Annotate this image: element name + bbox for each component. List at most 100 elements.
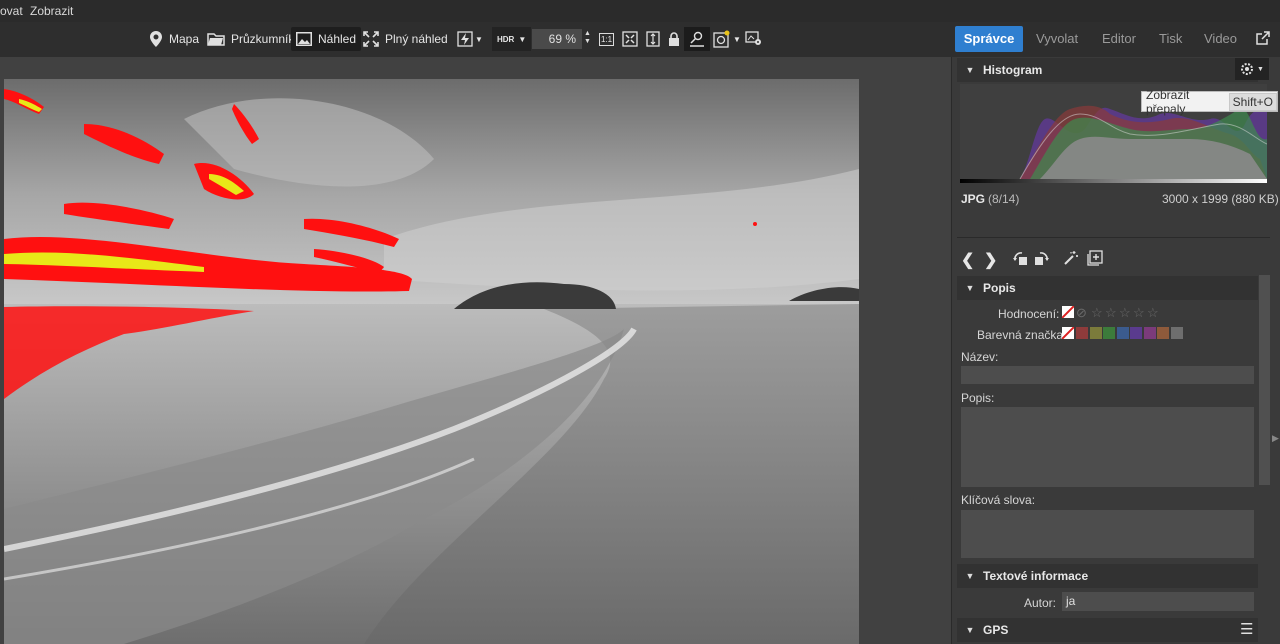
fullscreen-icon (363, 31, 379, 47)
no-rating-button[interactable] (1062, 306, 1074, 318)
collapse-arrow-icon: ▼ (965, 65, 975, 75)
author-field[interactable]: ja (1062, 592, 1254, 611)
panel-scrollbar[interactable] (1259, 275, 1270, 485)
divider (957, 237, 1270, 238)
reject-icon[interactable]: ⊘ (1076, 305, 1087, 321)
image-icon (296, 32, 312, 46)
color-swatch[interactable] (1157, 327, 1169, 339)
hdr-label: HDR (497, 34, 515, 44)
no-color-button[interactable] (1062, 327, 1074, 339)
fit-button[interactable] (617, 27, 643, 51)
star-icon[interactable]: ☆ (1091, 305, 1103, 321)
color-label-label: Barevná značka: (977, 328, 1067, 342)
chevron-right-icon: ▶ (1272, 433, 1279, 443)
rotate-right-button[interactable] (1034, 250, 1050, 269)
hdr-button[interactable]: HDR ▼ (492, 27, 532, 51)
color-swatch[interactable] (1184, 327, 1196, 339)
text-info-header[interactable]: ▼ Textové informace (957, 564, 1258, 588)
flash-icon (457, 31, 473, 47)
name-label: Název: (961, 350, 999, 364)
keywords-field[interactable] (961, 510, 1254, 558)
lock-button[interactable] (663, 27, 685, 51)
add-image-icon (1087, 250, 1103, 266)
histogram-header[interactable]: ▼ Histogram (957, 58, 1258, 82)
rotate-left-button[interactable] (1012, 250, 1028, 269)
external-window-button[interactable] (1256, 31, 1270, 48)
menu-item-view[interactable]: Zobrazit (30, 4, 73, 18)
description-field[interactable] (961, 407, 1254, 487)
full-preview-label: Plný náhled (385, 32, 448, 46)
hamburger-icon: ☰ (1240, 621, 1254, 638)
tab-manager[interactable]: Správce (955, 26, 1023, 52)
full-preview-button[interactable]: Plný náhled (358, 27, 453, 51)
map-button[interactable]: Mapa (144, 27, 204, 51)
description-title: Popis (983, 281, 1016, 295)
menu-bar: ovat Zobrazit (0, 0, 1280, 22)
histogram-options-button[interactable]: ▼ (1235, 58, 1269, 80)
gps-title: GPS (983, 623, 1009, 637)
zoom-stepper[interactable]: ▲ ▼ (584, 30, 591, 46)
add-to-collection-button[interactable] (1087, 250, 1103, 269)
desc-label: Popis: (961, 391, 995, 405)
previous-button[interactable]: ❮ (961, 250, 974, 270)
rating-label: Hodnocení: (998, 307, 1060, 321)
person-search-icon (690, 31, 704, 47)
text-info-title: Textové informace (983, 569, 1089, 583)
preview-button[interactable]: Náhled (291, 27, 362, 51)
lock-icon (669, 32, 679, 46)
fit-screen-icon (622, 31, 638, 47)
color-swatch[interactable] (1170, 327, 1183, 339)
tab-print[interactable]: Tisk (1159, 26, 1182, 52)
tab-editor[interactable]: Editor (1102, 26, 1136, 52)
photo-preview[interactable] (4, 79, 859, 644)
rotate-right-icon (1035, 252, 1049, 265)
star-icon[interactable]: ☆ (1105, 305, 1117, 321)
chevron-down-icon: ▼ (518, 34, 527, 44)
zoom-input[interactable]: 69 % (532, 29, 582, 49)
one-to-one-button[interactable]: 1:1 (594, 27, 619, 51)
expand-panel-handle[interactable]: ▶ (1272, 433, 1279, 444)
gps-menu-button[interactable]: ☰ (1240, 620, 1253, 638)
folder-icon (207, 33, 225, 46)
fit-height-button[interactable] (641, 27, 665, 51)
preview-label: Náhled (318, 32, 357, 46)
compare-button[interactable] (684, 27, 710, 51)
collapse-arrow-icon: ▼ (965, 283, 975, 293)
gear-icon (1241, 63, 1254, 75)
description-header[interactable]: ▼ Popis (957, 276, 1258, 300)
histogram-title: Histogram (983, 63, 1043, 77)
color-swatch[interactable] (1143, 327, 1156, 339)
file-index: (8/14) (988, 192, 1020, 206)
one-to-one-label: 1:1 (599, 32, 615, 46)
map-label: Mapa (169, 32, 200, 46)
color-swatch[interactable] (1076, 327, 1088, 339)
image-dimensions: 3000 x 1999 (880 KB) (1162, 192, 1279, 206)
auto-fix-button[interactable] (1063, 250, 1079, 269)
image-settings-icon (745, 31, 761, 45)
chevron-left-icon: ❮ (961, 252, 975, 269)
tab-video[interactable]: Video (1204, 26, 1237, 52)
tooltip-text: Zobrazit přepaly (1146, 87, 1190, 116)
chevron-right-icon: ❯ (984, 252, 998, 269)
star-icon[interactable]: ☆ (1147, 305, 1159, 321)
file-format: JPG (961, 192, 986, 206)
settings-button[interactable] (740, 27, 768, 51)
menu-item-edit[interactable]: ovat (0, 4, 23, 18)
tab-develop[interactable]: Vyvolat (1036, 26, 1078, 52)
keywords-label: Klíčová slova: (961, 493, 1036, 507)
rotate-left-icon (1013, 252, 1027, 265)
star-icon[interactable]: ☆ (1133, 305, 1145, 321)
next-button[interactable]: ❯ (984, 250, 997, 270)
color-swatch[interactable] (1103, 327, 1115, 339)
color-swatch[interactable] (1089, 327, 1102, 339)
color-swatch[interactable] (1130, 327, 1142, 339)
browser-button[interactable]: Průzkumník (202, 27, 299, 51)
name-field[interactable] (961, 366, 1254, 384)
tooltip: Zobrazit přepaly Shift+O (1141, 88, 1278, 116)
color-swatch[interactable] (1116, 327, 1129, 339)
star-icon[interactable]: ☆ (1119, 305, 1131, 321)
chevron-down-icon: ▼ (1257, 65, 1264, 73)
collapse-arrow-icon: ▼ (965, 625, 975, 635)
quick-fix-button[interactable]: ▼ (452, 27, 488, 51)
gps-header[interactable]: ▼ GPS (957, 618, 1258, 642)
